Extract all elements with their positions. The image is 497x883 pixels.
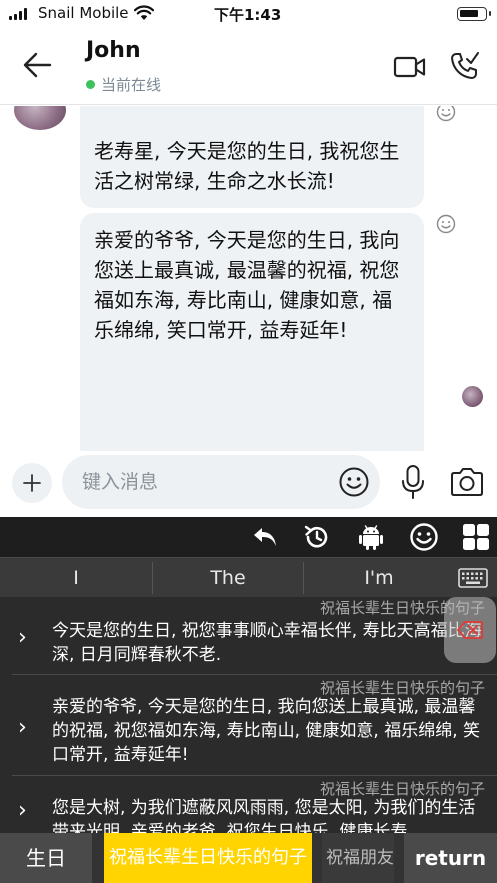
attach-button[interactable] [12, 463, 52, 503]
chevron-right-icon: › [18, 798, 27, 823]
clock: 下午1:43 [214, 6, 282, 24]
camera-icon[interactable] [449, 466, 485, 498]
message-text: 老寿星, 今天是您的生日, 我祝您生活之树常绿, 生命之水长流! [94, 139, 400, 193]
history-icon[interactable] [302, 522, 332, 552]
plus-icon [23, 474, 41, 492]
react-emoji-icon[interactable] [436, 106, 456, 122]
phrase-list[interactable]: 祝福长辈生日快乐的句子 › 今天是您的生日, 祝您事事顺心幸福长伴, 寿比天高福… [0, 597, 497, 835]
backspace-icon [457, 621, 483, 639]
phrase-keyboard: I The I'm 祝福长辈生日快乐的句子 › 今天是您的生日, 祝您事事顺心幸… [0, 517, 497, 883]
android-icon[interactable] [356, 522, 386, 552]
chevron-right-icon: › [18, 625, 27, 650]
presence-label: 当前在线 [101, 76, 162, 94]
divider [12, 775, 497, 776]
message-bubble[interactable]: 老寿星, 今天是您的生日, 我祝您生活之树常绿, 生命之水长流! [80, 106, 424, 208]
category-tabs: 生日 祝福长辈生日快乐的句子 祝福朋友 return [0, 833, 497, 883]
keyboard-toolbar [0, 517, 497, 557]
phrase-text: 您是大树, 为我们遮蔽风风雨雨, 您是太阳, 为我们的生活带来光明. 亲爱的老爸… [52, 798, 476, 835]
suggestion-2[interactable]: The [153, 558, 303, 598]
message-input[interactable] [62, 455, 380, 509]
phrase-item[interactable]: 祝福长辈生日快乐的句子 › 今天是您的生日, 祝您事事顺心幸福长伴, 寿比天高福… [0, 597, 497, 673]
signal-icon [9, 8, 27, 20]
suggestion-bar: I The I'm [0, 557, 497, 597]
smiley-icon[interactable] [409, 522, 439, 552]
message-text: 亲爱的爷爷, 今天是您的生日, 我向您送上最真诚, 最温馨的祝福, 祝您福如东海… [94, 228, 400, 342]
chevron-right-icon: › [18, 715, 27, 740]
message-list[interactable]: 老寿星, 今天是您的生日, 我祝您生活之树常绿, 生命之水长流! 亲爱的爷爷, … [0, 106, 497, 451]
presence-status: 当前在线 [86, 74, 161, 95]
contact-name[interactable]: John [86, 38, 141, 63]
message-bubble[interactable]: 亲爱的爷爷, 今天是您的生日, 我向您送上最真诚, 最温馨的祝福, 祝您福如东海… [80, 213, 424, 451]
tab-bless-friends[interactable]: 祝福朋友 [322, 833, 394, 883]
phrase-item[interactable]: 祝福长辈生日快乐的句子 › 您是大树, 为我们遮蔽风风雨雨, 您是太阳, 为我们… [0, 778, 497, 835]
wifi-icon [134, 5, 154, 20]
tab-bless-elders[interactable]: 祝福长辈生日快乐的句子 [104, 833, 312, 883]
phrase-text: 今天是您的生日, 祝您事事顺心幸福长伴, 寿比天高福比海深, 日月同辉春秋不老. [52, 621, 482, 665]
suggestion-3[interactable]: I'm [304, 558, 454, 598]
video-call-icon[interactable] [393, 54, 427, 80]
carrier-name: Snail Mobile [38, 4, 129, 22]
back-arrow-icon[interactable] [20, 48, 56, 82]
delete-button[interactable] [444, 597, 496, 663]
status-bar: Snail Mobile 下午1:43 [0, 0, 497, 28]
contact-avatar[interactable] [14, 106, 66, 130]
phrase-item[interactable]: 祝福长辈生日快乐的句子 › 亲爱的爷爷, 今天是您的生日, 我向您送上最真诚, … [0, 677, 497, 775]
suggestion-1[interactable]: I [0, 558, 152, 598]
tab-birthday[interactable]: 生日 [0, 833, 92, 883]
keyboard-icon[interactable] [458, 567, 488, 589]
react-emoji-icon[interactable] [436, 214, 456, 234]
phone-call-icon[interactable] [448, 50, 480, 82]
microphone-icon[interactable] [399, 464, 427, 500]
read-receipt-avatar [462, 386, 483, 407]
grid-icon[interactable] [461, 522, 491, 552]
online-dot-icon [86, 80, 95, 89]
battery-icon [457, 7, 491, 21]
undo-icon[interactable] [250, 522, 280, 552]
return-key[interactable]: return [404, 833, 497, 883]
phrase-text: 亲爱的爷爷, 今天是您的生日, 我向您送上最真诚, 最温馨的祝福, 祝您福如东海… [52, 697, 481, 765]
chat-header: John 当前在线 [0, 28, 497, 105]
compose-bar [0, 451, 497, 517]
emoji-icon[interactable] [338, 466, 370, 498]
divider [12, 674, 497, 675]
